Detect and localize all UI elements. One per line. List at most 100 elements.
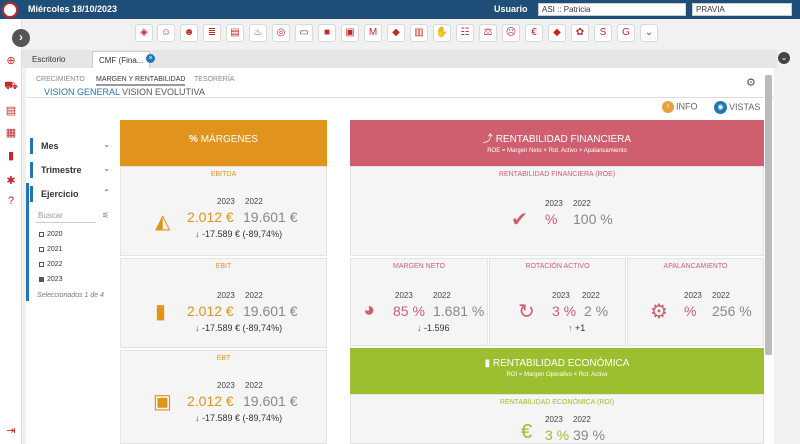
chart-icon[interactable]: ▮ xyxy=(4,149,18,163)
year-option[interactable]: 2022 xyxy=(39,261,63,268)
margen-neto-card: MARGEN NETO ◕ 2023 2022 85 % 1.681 % ↓ -… xyxy=(350,258,488,346)
module-scale-icon[interactable]: ⚖ xyxy=(479,24,497,42)
year-current: 2023 xyxy=(395,291,413,300)
roe-label: RENTABILIDAD FINANCIERA (ROE) xyxy=(498,171,616,178)
gear-icon[interactable]: ✱ xyxy=(4,174,18,188)
main-panel: CRECIMIENTO MARGEN Y RENTABILIDAD TESORE… xyxy=(26,68,774,444)
cart-icon[interactable]: ⛟ xyxy=(4,79,18,93)
home-icon[interactable]: ⊕ xyxy=(4,54,18,68)
app-logo[interactable] xyxy=(2,2,18,18)
rotacion-card: ROTACIÓN ACTIVO ↻ 2023 2022 3 % 2 % ↑ +1 xyxy=(489,258,626,346)
ebitda-previous-value: 19.601 € xyxy=(243,209,298,225)
bar-chart-icon: ▮ xyxy=(155,301,167,323)
module-people-icon[interactable]: ☹ xyxy=(502,24,520,42)
subtabs: CRECIMIENTO MARGEN Y RENTABILIDAD TESORE… xyxy=(26,68,774,89)
year-previous: 2022 xyxy=(245,197,263,206)
ebt-card: EBT ▣ 2023 2022 2.012 € 19.601 € ↓ -17.5… xyxy=(120,350,327,444)
apalancamiento-previous-value: 256 % xyxy=(712,303,752,319)
vistas-button[interactable]: ◉ VISTAS xyxy=(714,101,760,114)
roi-label: RENTABILIDAD ECONÓMICA (ROI) xyxy=(499,399,615,406)
module-more-chevron-icon[interactable]: ⌄ xyxy=(640,24,658,42)
rotacion-current-value: 3 % xyxy=(552,303,577,319)
year-option[interactable]: 2023 xyxy=(39,276,63,283)
ebitda-card: EBITDA ◭ 2023 2022 2.012 € 19.601 € ↓ -1… xyxy=(120,166,327,256)
module-list-icon[interactable]: ≣ xyxy=(203,24,221,42)
subtab-tesoreria[interactable]: TESORERÍA xyxy=(194,76,234,83)
bar-chart-icon: ▮ xyxy=(484,358,493,369)
view-evolutiva[interactable]: VISION EVOLUTIVA xyxy=(122,87,205,97)
year-option[interactable]: 2021 xyxy=(39,246,63,253)
year-option[interactable]: 2020 xyxy=(39,231,63,238)
ejercicio-bar xyxy=(26,183,29,301)
roi-current-value: 3 % xyxy=(545,427,570,443)
module-user-add-icon[interactable]: ☺ xyxy=(157,24,175,42)
line-chart-icon: ⤴ xyxy=(482,134,496,145)
view-general[interactable]: VISION GENERAL xyxy=(44,87,120,97)
current-date: Miércoles 18/10/2023 xyxy=(28,4,118,14)
tab-escritorio[interactable]: Escritorio xyxy=(26,51,71,68)
module-user-icon[interactable]: ☻ xyxy=(180,24,198,42)
module-s-icon[interactable]: S xyxy=(594,24,612,42)
module-bag-icon[interactable]: ▣ xyxy=(341,24,359,42)
document-tabs: Escritorio CMF (Fina... × xyxy=(22,50,777,68)
year-previous: 2022 xyxy=(245,381,263,390)
filter-trimestre[interactable]: Trimestre ⌄ xyxy=(30,162,114,178)
module-cube-icon[interactable]: ◈ xyxy=(135,24,153,42)
document-icon[interactable]: ▤ xyxy=(4,104,18,118)
module-diamond-icon[interactable]: ◆ xyxy=(548,24,566,42)
rent-fin-header: ⤴ RENTABILIDAD FINANCIERA ROE = Margen N… xyxy=(350,120,764,166)
collapse-chevron-icon[interactable]: ⌄ xyxy=(778,52,790,64)
module-badge-icon[interactable]: ✿ xyxy=(571,24,589,42)
year-previous: 2022 xyxy=(573,415,591,424)
year-previous: 2022 xyxy=(712,291,730,300)
module-group-icon[interactable]: ☷ xyxy=(456,24,474,42)
module-building-icon[interactable]: ▥ xyxy=(410,24,428,42)
chevron-down-icon: ⌃ xyxy=(103,188,110,197)
subtab-crecimiento[interactable]: CRECIMIENTO xyxy=(36,76,85,83)
left-nav: ⊕ ⛟ ▤ ▦ ▮ ✱ ? ⇥ xyxy=(0,19,22,444)
help-icon[interactable]: ? xyxy=(4,194,18,208)
euro-icon: € xyxy=(521,421,533,443)
module-handshake-icon[interactable]: ✋ xyxy=(433,24,451,42)
ebit-label: EBIT xyxy=(215,263,232,270)
pie-chart-icon: ◕ xyxy=(363,299,376,321)
year-current: 2023 xyxy=(545,415,563,424)
year-current: 2023 xyxy=(217,197,235,206)
filter-search-input[interactable]: Buscar xyxy=(36,209,96,223)
tab-close-icon[interactable]: × xyxy=(146,54,155,63)
rotacion-previous-value: 2 % xyxy=(584,303,609,319)
ebit-current-value: 2.012 € xyxy=(187,303,234,319)
expand-menu-button[interactable]: › xyxy=(12,29,30,47)
module-target-icon[interactable]: ◎ xyxy=(272,24,290,42)
subtab-margen[interactable]: MARGEN Y RENTABILIDAD xyxy=(96,76,186,86)
module-tag-icon[interactable]: ◆ xyxy=(387,24,405,42)
area-chart-icon: ◭ xyxy=(155,211,171,233)
info-button[interactable]: i INFO xyxy=(662,101,698,113)
sucursal-field[interactable]: PRAVIA xyxy=(692,3,792,16)
module-m-icon[interactable]: M xyxy=(364,24,382,42)
logout-icon[interactable]: ⇥ xyxy=(4,424,18,438)
calculator-icon[interactable]: ▦ xyxy=(4,126,18,140)
margen-neto-current-value: 85 % xyxy=(393,303,425,319)
selection-count: Seleccionados 1 de 4 xyxy=(37,292,104,299)
view-tabs: VISION GENERAL VISION EVOLUTIVA xyxy=(26,86,774,98)
module-euro-icon[interactable]: € xyxy=(525,24,543,42)
filter-options-icon[interactable]: ⚟ xyxy=(102,211,109,220)
roe-previous-value: 100 % xyxy=(573,211,613,227)
chevron-down-icon: ⌄ xyxy=(103,164,110,173)
module-g-icon[interactable]: G xyxy=(617,24,635,42)
module-briefcase-icon[interactable]: ■ xyxy=(318,24,336,42)
filter-mes[interactable]: Mes ⌄ xyxy=(30,138,114,154)
module-money-icon[interactable]: ▭ xyxy=(295,24,313,42)
tab-cmf[interactable]: CMF (Fina... xyxy=(92,51,151,68)
roe-current-value: % xyxy=(545,211,558,227)
roe-card: RENTABILIDAD FINANCIERA (ROE) ✔ 2023 202… xyxy=(350,166,764,256)
ebt-label: EBT xyxy=(216,355,231,362)
apalancamiento-current-value: % xyxy=(684,303,697,319)
year-current: 2023 xyxy=(684,291,702,300)
module-doc-icon[interactable]: ▤ xyxy=(226,24,244,42)
chevron-down-icon: ⌄ xyxy=(103,140,110,149)
filter-ejercicio[interactable]: Ejercicio ⌃ xyxy=(30,186,114,202)
scrollbar[interactable] xyxy=(765,75,772,355)
module-fire-icon[interactable]: ♨ xyxy=(249,24,267,42)
